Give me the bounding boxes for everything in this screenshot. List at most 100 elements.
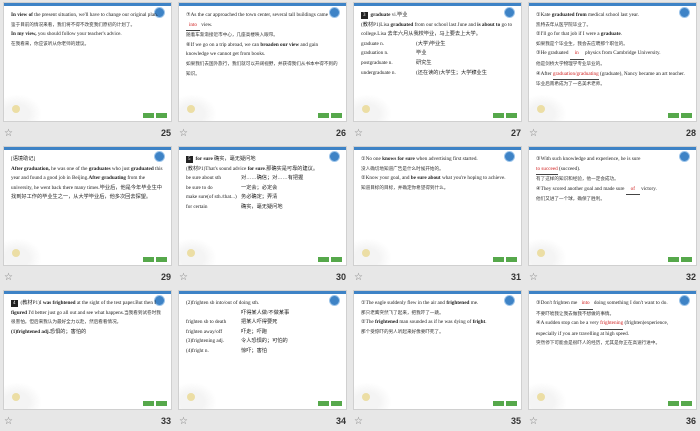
nav-button-icon bbox=[318, 113, 329, 118]
star-icon[interactable]: ☆ bbox=[179, 128, 188, 139]
term: undergraduate n. bbox=[361, 69, 396, 76]
slide-top-accent bbox=[179, 3, 346, 6]
star-icon[interactable]: ☆ bbox=[179, 416, 188, 427]
bold-phrase: figured bbox=[11, 309, 28, 316]
daisy-decoration-icon bbox=[354, 235, 396, 265]
slide-nav-buttons bbox=[668, 401, 692, 406]
slide-preview: ①No one knows for sure when advertising … bbox=[353, 146, 522, 266]
daisy-decoration-icon bbox=[529, 379, 571, 409]
bold-phrase: graduates bbox=[88, 165, 111, 172]
star-icon[interactable]: ☆ bbox=[354, 128, 363, 139]
star-icon[interactable]: ☆ bbox=[4, 416, 13, 427]
slide-thumbnail[interactable]: ①No one knows for sure when advertising … bbox=[351, 144, 524, 287]
slide-thumbnail[interactable]: 3 graduate vi.毕业 (教材P1)Lisa graduated from… bbox=[351, 0, 524, 143]
definition: 惊吓；害怕 bbox=[241, 347, 267, 354]
daisy-decoration-icon bbox=[179, 235, 221, 265]
english-text: man sounded as if he was dying of bbox=[398, 319, 473, 326]
slide-content: ③With such knowledge and experience, he … bbox=[536, 155, 689, 205]
slide-line: 如果我们去国外旅行，我们就可以开阔视野，并获得我们从书本中得不到的知识。 bbox=[186, 60, 339, 79]
slide-thumbnail[interactable]: ③With such knowledge and experience, he … bbox=[526, 144, 699, 287]
slide-line: ①Kate graduated from medical school last… bbox=[536, 11, 689, 21]
term: for certain bbox=[186, 203, 208, 210]
slide-number: 32 bbox=[685, 272, 696, 282]
english-text: .那确实是可靠的建议。 bbox=[264, 165, 319, 172]
slide-preview: In view of the present situation, we'll … bbox=[3, 2, 172, 122]
english-text: when advertising first started. bbox=[414, 156, 478, 162]
slide-thumbnail[interactable]: ⑦As the car approached the town center, … bbox=[176, 0, 349, 143]
slide-top-accent bbox=[4, 291, 171, 294]
thumbnail-footer: ☆ 30 bbox=[176, 268, 349, 286]
slide-number: 27 bbox=[510, 128, 521, 138]
star-icon[interactable]: ☆ bbox=[529, 128, 538, 139]
definition: 把某人吓得要死 bbox=[241, 319, 278, 326]
definition: 研究生 bbox=[416, 59, 432, 66]
slide-number: 28 bbox=[685, 128, 696, 138]
star-icon[interactable]: ☆ bbox=[4, 128, 13, 139]
slide-thumbnail[interactable]: [语境助记] After graduation, he was one of th… bbox=[1, 144, 174, 287]
english-text: (教材P1)Lisa bbox=[361, 21, 391, 28]
chinese-translation: 有了这样的知识和经验，他一定会成功。 bbox=[536, 177, 619, 183]
thumbnail-footer: ☆ 33 bbox=[1, 412, 174, 430]
slide-preview: 5 for sure 确实，毫无疑问地 (教材P1)That's sound adv… bbox=[178, 146, 347, 266]
bold-phrase: graduated bbox=[130, 165, 154, 172]
slide-line: into view. bbox=[186, 21, 339, 32]
nav-button-icon bbox=[493, 113, 504, 118]
english-text: vi.毕业 bbox=[390, 12, 408, 18]
term: postgraduate n. bbox=[361, 59, 393, 66]
english-text: doing something I don't want to do. bbox=[592, 300, 668, 306]
english-text: With such knowledge and experience, he i… bbox=[540, 156, 641, 162]
slide-line: 4 (教材P1)I was frightened at the sight of … bbox=[11, 299, 164, 328]
thumbnail-footer: ☆ 36 bbox=[526, 412, 699, 430]
definition: 对……确信；对……有把握 bbox=[241, 175, 304, 182]
slide-preview: ①Kate graduated from medical school last… bbox=[528, 2, 697, 122]
english-text: he was one of the bbox=[49, 165, 89, 172]
daisy-decoration-icon bbox=[354, 91, 396, 121]
slide-top-accent bbox=[529, 3, 696, 6]
term: be sure about sth bbox=[186, 175, 222, 182]
slide-thumbnail[interactable]: In view of the present situation, we'll … bbox=[1, 0, 174, 143]
english-text: the present situation, we'll have to cha… bbox=[32, 12, 159, 18]
slide-line: (1)frightened adj.恐惧的；害怕的 bbox=[11, 328, 164, 338]
star-icon[interactable]: ☆ bbox=[529, 416, 538, 427]
star-icon[interactable]: ☆ bbox=[179, 272, 188, 283]
definition: (大学)毕业生 bbox=[416, 40, 446, 47]
nav-button-icon bbox=[668, 113, 679, 118]
nav-button-icon bbox=[143, 113, 154, 118]
english-text: I'll go for that job if I were a bbox=[540, 31, 601, 38]
slide-line: 鉴于目前的情况来看，我们将不得不改变我们原初的计划了。 bbox=[11, 21, 164, 31]
thumbnail-footer: ☆ 31 bbox=[351, 268, 524, 286]
slide-preview: 3 graduate vi.毕业 (教材P1)Lisa graduated from… bbox=[353, 2, 522, 122]
english-text: medical school last year. bbox=[586, 12, 639, 18]
english-text: from our school last June and bbox=[413, 21, 478, 28]
slide-nav-buttons bbox=[318, 113, 342, 118]
slide-line: 3 graduate vi.毕业 bbox=[361, 11, 514, 21]
slide-thumbnail[interactable]: 4 (教材P1)I was frightened at the sight of … bbox=[1, 288, 174, 431]
slide-line: ④After graduation/graduating (graduate),… bbox=[536, 70, 689, 81]
item-number-badge: 3 bbox=[361, 12, 368, 19]
nav-button-icon bbox=[318, 257, 329, 262]
slide-nav-buttons bbox=[493, 401, 517, 406]
bold-phrase: In my view, bbox=[11, 31, 37, 38]
slide-line: ④A sudden stop can be a very frightening… bbox=[536, 319, 689, 339]
star-icon[interactable]: ☆ bbox=[529, 272, 538, 283]
answer-blank: into bbox=[186, 21, 200, 32]
slide-thumbnail[interactable]: ①Kate graduated from medical school last… bbox=[526, 0, 699, 143]
term: graduation n. bbox=[361, 50, 389, 57]
english-text: He graduated bbox=[540, 50, 570, 57]
slide-thumbnail[interactable]: ③Don't frighten me into doing something … bbox=[526, 288, 699, 431]
slide-number: 29 bbox=[160, 272, 171, 282]
slide-thumbnail[interactable]: (2)frighten sb into/out of doing sth. 吓得某… bbox=[176, 288, 349, 431]
slide-line: (4)fright n. 惊吓；害怕 bbox=[186, 347, 339, 357]
star-icon[interactable]: ☆ bbox=[4, 272, 13, 283]
nav-button-icon bbox=[493, 401, 504, 406]
star-icon[interactable]: ☆ bbox=[354, 416, 363, 427]
english-text: [语境助记] bbox=[11, 156, 36, 162]
english-text: (教材P1)That's sound advice bbox=[186, 165, 248, 172]
slide-thumbnail[interactable]: ①The eagle suddenly flew in the air and … bbox=[351, 288, 524, 431]
daisy-decoration-icon bbox=[529, 235, 571, 265]
slide-thumbnail[interactable]: 5 for sure 确实，毫无疑问地 (教材P1)That's sound adv… bbox=[176, 144, 349, 287]
slide-content: 3 graduate vi.毕业 (教材P1)Lisa graduated from… bbox=[361, 11, 514, 78]
chinese-translation: 那只老鹰突然飞了起来，把我吓了一跳。 bbox=[361, 310, 444, 316]
nav-button-icon bbox=[668, 401, 679, 406]
star-icon[interactable]: ☆ bbox=[354, 272, 363, 283]
